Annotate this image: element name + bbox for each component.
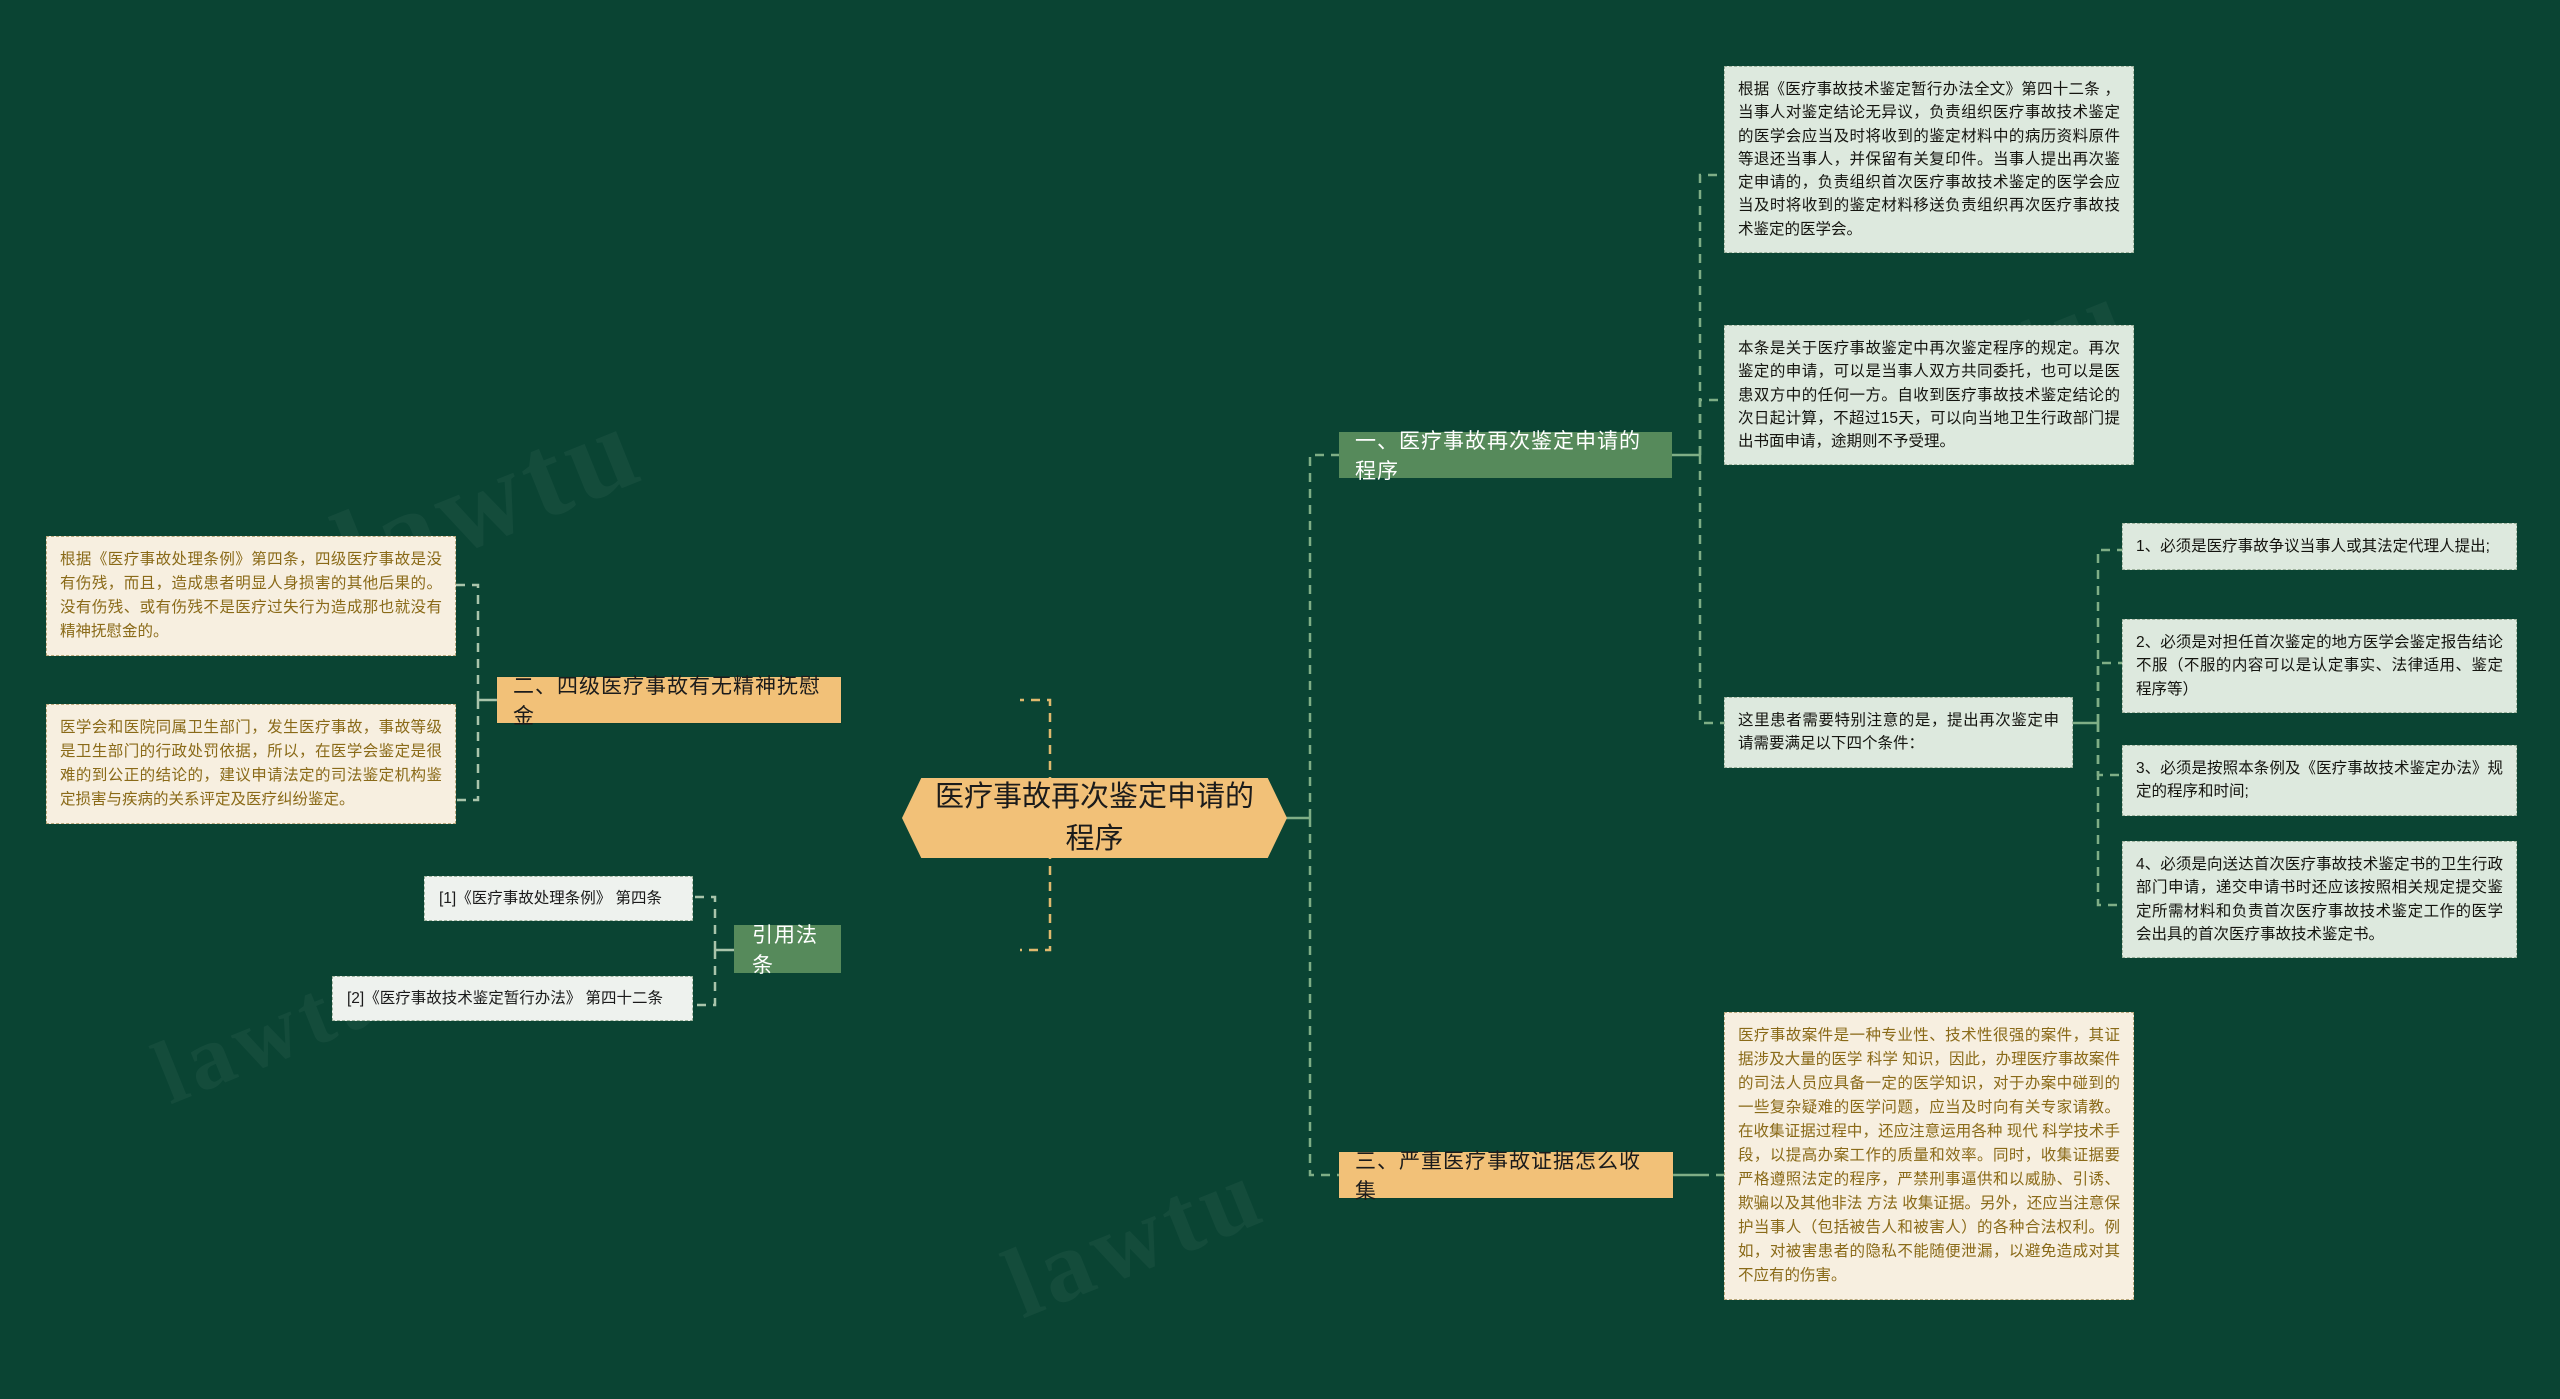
condition-node-3[interactable]: 3、必须是按照本条例及《医疗事故技术鉴定办法》规定的程序和时间;	[2122, 745, 2517, 816]
watermark-text: lawtu	[140, 938, 406, 1125]
condition-node-1[interactable]: 1、必须是医疗事故争议当事人或其法定代理人提出;	[2122, 523, 2517, 571]
leaf-node-1-1-text: 根据《医疗事故技术鉴定暂行办法全文》第四十二条 ，当事人对鉴定结论无异议，负责组…	[1738, 81, 2120, 238]
watermark-text: lawtu	[988, 1134, 1280, 1341]
leaf-node-1-3-text: 这里患者需要特别注意的是，提出再次鉴定申请需要满足以下四个条件：	[1738, 712, 2059, 753]
condition-node-4-text: 4、必须是向送达首次医疗事故技术鉴定书的卫生行政部门申请，递交申请书时还应该按照…	[2136, 856, 2503, 943]
branch-node-1[interactable]: 一、医疗事故再次鉴定申请的程序	[1339, 430, 1672, 483]
leaf-node-1-1[interactable]: 根据《医疗事故技术鉴定暂行办法全文》第四十二条 ，当事人对鉴定结论无异议，负责组…	[1724, 66, 2134, 253]
condition-node-2-text: 2、必须是对担任首次鉴定的地方医学会鉴定报告结论不服（不服的内容可以是认定事实、…	[2136, 634, 2503, 698]
leaf-node-1-2-text: 本条是关于医疗事故鉴定中再次鉴定程序的规定。再次鉴定的申请，可以是当事人双方共同…	[1738, 340, 2120, 450]
citation-node-1-text: [1]《医疗事故处理条例》 第四条	[439, 890, 663, 907]
branch-node-2-label: 二、四级医疗事故有无精神抚慰金	[513, 675, 821, 728]
leaf-node-4-1-text: 医疗事故案件是一种专业性、技术性很强的案件，其证据涉及大量的医学 科学 知识，因…	[1738, 1027, 2120, 1285]
branch-node-3[interactable]: 引用法条	[734, 924, 841, 977]
condition-node-3-text: 3、必须是按照本条例及《医疗事故技术鉴定办法》规定的程序和时间;	[2136, 760, 2503, 801]
leaf-node-2-2-text: 医学会和医院同属卫生部门，发生医疗事故，事故等级是卫生部门的行政处罚依据，所以，…	[60, 719, 442, 809]
citation-node-2-text: [2]《医疗事故技术鉴定暂行办法》 第四十二条	[347, 990, 664, 1007]
mindmap-canvas: lawtu lawtu lawtu lawtu	[0, 0, 2560, 1399]
leaf-node-2-2[interactable]: 医学会和医院同属卫生部门，发生医疗事故，事故等级是卫生部门的行政处罚依据，所以，…	[46, 704, 456, 825]
leaf-node-2-1[interactable]: 根据《医疗事故处理条例》第四条，四级医疗事故是没有伤残，而且，造成患者明显人身损…	[46, 536, 456, 657]
branch-node-3-label: 引用法条	[752, 924, 818, 977]
leaf-node-2-1-text: 根据《医疗事故处理条例》第四条，四级医疗事故是没有伤残，而且，造成患者明显人身损…	[60, 551, 442, 641]
citation-node-1[interactable]: [1]《医疗事故处理条例》 第四条	[424, 876, 693, 922]
root-node[interactable]: 医疗事故再次鉴定申请的程序	[902, 778, 1287, 858]
condition-node-2[interactable]: 2、必须是对担任首次鉴定的地方医学会鉴定报告结论不服（不服的内容可以是认定事实、…	[2122, 619, 2517, 713]
branch-node-4[interactable]: 三、严重医疗事故证据怎么收集	[1339, 1150, 1673, 1203]
leaf-node-4-1[interactable]: 医疗事故案件是一种专业性、技术性很强的案件，其证据涉及大量的医学 科学 知识，因…	[1724, 1012, 2134, 1301]
condition-node-1-text: 1、必须是医疗事故争议当事人或其法定代理人提出;	[2136, 538, 2490, 555]
branch-node-1-label: 一、医疗事故再次鉴定申请的程序	[1355, 430, 1641, 483]
condition-node-4[interactable]: 4、必须是向送达首次医疗事故技术鉴定书的卫生行政部门申请，递交申请书时还应该按照…	[2122, 841, 2517, 958]
branch-node-2[interactable]: 二、四级医疗事故有无精神抚慰金	[497, 675, 841, 728]
branch-node-4-label: 三、严重医疗事故证据怎么收集	[1355, 1150, 1641, 1203]
root-node-label: 医疗事故再次鉴定申请的程序	[934, 780, 1254, 855]
citation-node-2[interactable]: [2]《医疗事故技术鉴定暂行办法》 第四十二条	[332, 976, 693, 1022]
leaf-node-1-2[interactable]: 本条是关于医疗事故鉴定中再次鉴定程序的规定。再次鉴定的申请，可以是当事人双方共同…	[1724, 325, 2134, 466]
leaf-node-1-3[interactable]: 这里患者需要特别注意的是，提出再次鉴定申请需要满足以下四个条件：	[1724, 697, 2073, 768]
